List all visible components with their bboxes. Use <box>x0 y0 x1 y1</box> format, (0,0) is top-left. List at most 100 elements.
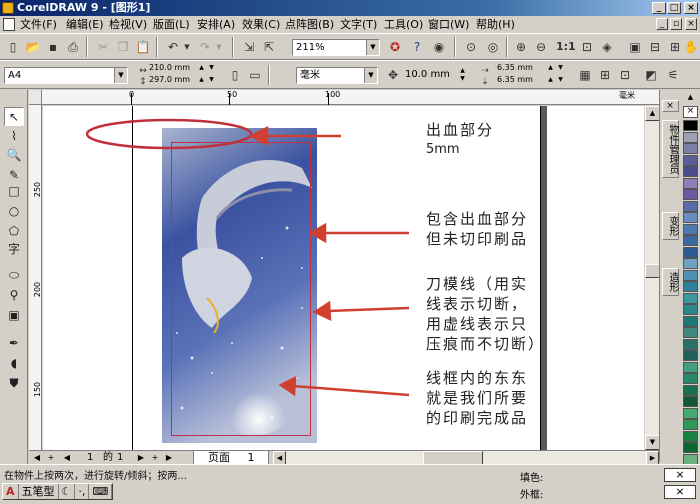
eyedropper-tool-icon[interactable]: ✒ <box>4 334 24 353</box>
fill-tool-icon[interactable]: ⛊ <box>4 374 24 393</box>
units-combo[interactable]: 毫米 ▼ <box>296 67 378 84</box>
color-swatch[interactable] <box>683 258 698 269</box>
vertical-scrollbar[interactable]: ▲ ▼ <box>644 106 660 450</box>
menu-window[interactable]: 窗口(W) <box>428 17 469 32</box>
zoom-width-icon[interactable]: ⊟ <box>646 38 664 56</box>
zoom-all-icon[interactable]: ◈ <box>598 38 616 56</box>
first-page-icon[interactable]: ◀ <box>31 452 43 464</box>
cut-icon[interactable]: ✂ <box>94 38 112 56</box>
portrait-icon[interactable]: ▯ <box>226 66 244 84</box>
ruler-origin[interactable] <box>29 90 42 105</box>
menu-edit[interactable]: 编辑(E) <box>66 17 104 32</box>
shape-tool-icon[interactable]: ⌇ <box>4 127 24 146</box>
nudge-spin-down-icon[interactable]: ▼ <box>458 75 467 83</box>
ime-keyboard-icon[interactable]: ⌨ <box>89 484 113 499</box>
export-icon[interactable]: ⇱ <box>260 38 278 56</box>
palette-scroll-up-icon[interactable]: ▲ <box>683 92 698 104</box>
color-swatch[interactable] <box>683 338 698 350</box>
dup-y-spin-up-icon[interactable]: ▲ <box>546 76 555 84</box>
whats-this-icon[interactable]: ? <box>408 38 426 56</box>
height-spin-down-icon[interactable]: ▼ <box>207 76 216 84</box>
treat-as-filled-icon[interactable]: ◩ <box>642 66 660 84</box>
menu-file[interactable]: 文件(F) <box>20 17 57 32</box>
pick-tool-icon[interactable]: ↖ <box>4 107 24 126</box>
menu-tools[interactable]: 工具(O) <box>384 17 423 32</box>
outline-tool-icon[interactable]: ◖ <box>4 354 24 373</box>
add-page-before-icon[interactable]: + <box>45 452 57 464</box>
dup-y-spin-down-icon[interactable]: ▼ <box>556 76 565 84</box>
dup-x-spin-down-icon[interactable]: ▼ <box>556 64 565 72</box>
docker-tab-shaping[interactable]: 造形 <box>662 268 679 296</box>
vertical-ruler[interactable]: 250 200 150 <box>29 105 42 451</box>
scroll-thumb[interactable] <box>645 264 660 278</box>
drawing-canvas[interactable]: 出血部分 5mm 包含出血部分 但未切印刷品 刀模线（用实 线表示切断， 用虚线… <box>43 106 644 450</box>
color-swatch[interactable] <box>683 350 698 361</box>
width-spin-up-icon[interactable]: ▲ <box>197 64 206 72</box>
page-tab[interactable]: 页面 1 <box>193 451 269 465</box>
color-swatch[interactable] <box>683 384 698 396</box>
horizontal-scrollbar[interactable]: ◀ ▶ <box>273 451 659 465</box>
polygon-tool-icon[interactable]: ⬠ <box>4 222 24 241</box>
ime-mode[interactable]: 五笔型 <box>19 484 59 499</box>
nudge-spin-up-icon[interactable]: ▲ <box>458 67 467 75</box>
landscape-icon[interactable]: ▭ <box>246 66 264 84</box>
print-icon[interactable]: ⎙ <box>64 38 82 56</box>
previous-page-icon[interactable]: ◀ <box>61 452 73 464</box>
docker-tab-transform[interactable]: 变形 <box>662 212 679 240</box>
text-tool-icon[interactable]: 字 <box>4 240 24 259</box>
minimize-button[interactable]: _ <box>652 2 666 14</box>
maximize-button[interactable]: □ <box>667 2 681 14</box>
add-page-after-icon[interactable]: + <box>149 452 161 464</box>
color-swatch[interactable] <box>683 166 698 177</box>
color-swatch[interactable] <box>683 120 698 131</box>
corel-online-icon[interactable]: ✪ <box>386 38 404 56</box>
color-swatch[interactable] <box>683 269 698 281</box>
color-swatch[interactable] <box>683 143 698 154</box>
zoom-selected-icon[interactable]: ⊡ <box>578 38 596 56</box>
color-swatch[interactable] <box>683 200 698 212</box>
pan-icon[interactable]: ✋ <box>682 38 700 56</box>
color-swatch[interactable] <box>683 430 698 442</box>
menu-text[interactable]: 文字(T) <box>340 17 377 32</box>
new-file-icon[interactable]: ▯ <box>4 38 22 56</box>
draw-options-icon[interactable]: ⚟ <box>664 66 682 84</box>
zoom-out-icon[interactable]: ⊖ <box>532 38 550 56</box>
color-swatch[interactable] <box>683 223 698 235</box>
paper-type-combo[interactable]: A4 ▼ <box>4 67 128 84</box>
interactive-fill-tool-icon[interactable]: ⬭ <box>4 266 24 285</box>
dup-x-spin-up-icon[interactable]: ▲ <box>546 64 555 72</box>
ime-logo-icon[interactable]: A <box>3 484 19 499</box>
doc-minimize-button[interactable]: _ <box>656 18 668 30</box>
color-swatch[interactable] <box>683 304 698 315</box>
scroll-left-icon[interactable]: ◀ <box>273 451 286 465</box>
ime-punct-icon[interactable]: ·, <box>75 484 90 499</box>
height-spin-up-icon[interactable]: ▲ <box>197 76 206 84</box>
last-page-icon[interactable]: ▶ <box>163 452 175 464</box>
zoom-page-icon[interactable]: ▣ <box>626 38 644 56</box>
color-swatch[interactable] <box>683 154 698 166</box>
interactive-blend-tool-icon[interactable]: ▣ <box>4 306 24 325</box>
snap-objects-icon[interactable]: ⊡ <box>616 66 634 84</box>
zoom-in-icon[interactable]: ⊕ <box>512 38 530 56</box>
chevron-down-icon[interactable]: ▼ <box>366 40 379 55</box>
nudge-field[interactable]: 10.0 mm <box>402 67 454 84</box>
redo-dropdown-icon[interactable]: ▼ <box>210 38 228 56</box>
menu-effects[interactable]: 效果(C) <box>242 17 280 32</box>
docker-tab-object-manager[interactable]: 物件管理员 <box>662 120 679 178</box>
color-swatch[interactable] <box>683 177 698 189</box>
fill-none-icon[interactable]: ⨯ <box>664 468 696 482</box>
snap-grid-icon[interactable]: ▦ <box>576 66 594 84</box>
copy-icon[interactable]: ❐ <box>114 38 132 56</box>
binoculars-icon[interactable]: ⊙ <box>462 38 480 56</box>
scroll-down-icon[interactable]: ▼ <box>645 435 660 450</box>
menu-arrange[interactable]: 安排(A) <box>197 17 235 32</box>
chevron-down-icon[interactable]: ▼ <box>114 68 127 83</box>
open-folder-icon[interactable]: 📂 <box>24 38 42 56</box>
page-height-field[interactable]: 297.0 mm <box>146 75 194 87</box>
document-icon[interactable] <box>3 18 15 31</box>
color-swatch[interactable] <box>683 373 698 384</box>
ellipse-tool-icon[interactable]: ○ <box>4 202 24 221</box>
color-swatch[interactable] <box>683 361 698 373</box>
snap-guidelines-icon[interactable]: ⊞ <box>596 66 614 84</box>
zoom-actual-icon[interactable]: 1:1 <box>556 38 576 56</box>
